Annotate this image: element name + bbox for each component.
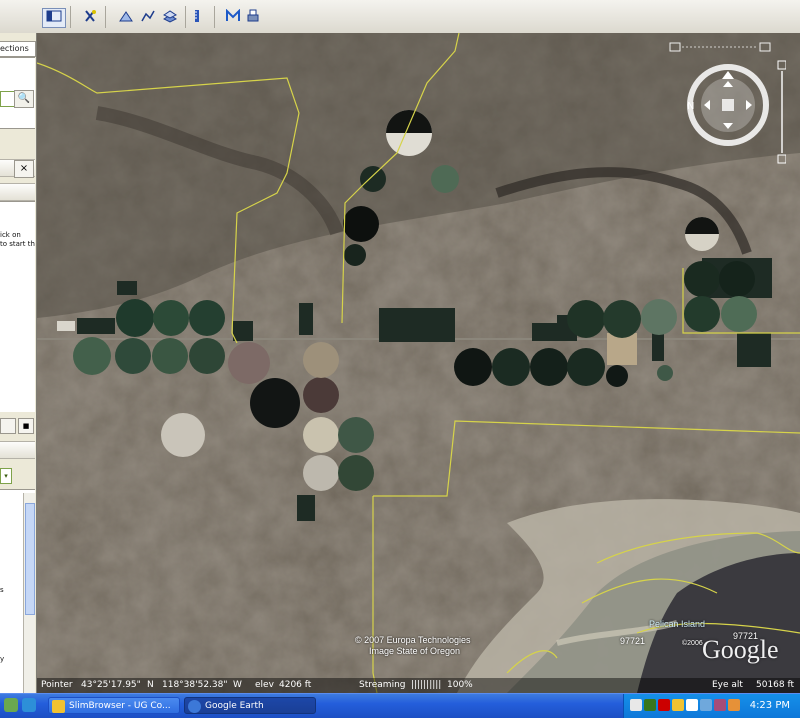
tray-icon-1[interactable] [630,699,642,711]
google-logo: Google [702,635,779,664]
tab-directions[interactable]: ections [0,41,36,57]
pointer-label: Pointer [41,680,73,690]
slimbrowser-icon [52,700,65,713]
place-label: Pelican Island [649,619,706,629]
quicklaunch-browser-icon[interactable] [22,698,36,712]
google-earth-icon [188,700,201,713]
task-google-earth[interactable]: Google Earth [184,697,316,714]
ruler-icon[interactable] [186,8,208,26]
places-header [0,183,35,201]
hint-text-2: to start th [0,240,35,248]
search-button[interactable]: 🔍 [14,90,34,108]
polygon-tool-icon[interactable] [115,8,137,26]
close-icon[interactable]: × [14,160,34,178]
image-overlay-icon[interactable] [159,8,181,26]
navigation-compass-icon[interactable]: N [668,41,786,173]
latitude-direction: N [147,680,154,690]
map-view[interactable]: N © 2007 Europa Technologies Image State… [37,33,800,693]
path-tool-icon[interactable] [137,8,159,26]
tray-icon-6[interactable] [700,699,712,711]
email-icon[interactable] [222,8,244,26]
layer-item-text-1: s [0,586,4,594]
toolbar [0,0,800,34]
placemark-tool-icon[interactable] [79,8,101,26]
eye-alt-value: 50168 ft [756,680,795,690]
tray-icon-3[interactable] [658,699,670,711]
streaming-percent: 100% [447,680,473,690]
layers-header [0,441,35,459]
task-slimbrowser-label: SlimBrowser - UG Co... [69,701,171,711]
streaming-label: Streaming [359,680,406,690]
latitude-value: 43°25'17.95" [81,680,141,690]
longitude-value: 118°38'52.38" [162,680,228,690]
stop-button[interactable]: ■ [18,418,34,434]
tray-icon-8[interactable] [728,699,740,711]
taskbar: SlimBrowser - UG Co... Google Earth 4:23… [0,693,800,718]
elevation-label: elev [255,680,274,690]
task-google-earth-label: Google Earth [205,701,264,711]
copyright-line-2: Image State of Oregon [369,646,461,656]
copyright-line-1: © 2007 Europa Technologies [355,635,471,645]
layers-scrollbar[interactable] [23,493,35,693]
year-label: ©2006 [682,640,703,647]
navigation-control[interactable]: N [668,41,786,173]
sidebar-toggle-icon[interactable] [42,8,66,28]
streaming-progress-bar: |||||||||| [411,680,442,690]
quicklaunch-desktop-icon[interactable] [4,698,18,712]
zip-label-1: 97721 [620,636,646,646]
eye-alt-label: Eye alt [712,680,743,690]
svg-text:N: N [687,101,694,112]
tour-play-button[interactable] [0,418,16,434]
status-bar: Pointer 43°25'17.95" N 118°38'52.38" W e… [37,678,800,693]
tray-icon-7[interactable] [714,699,726,711]
clock: 4:23 PM [749,700,790,711]
sidebar: ections 🔍 × ick on to start th ■ ▾ s y [0,33,37,693]
layer-item-text-2: y [0,655,5,663]
hint-text-1: ick on [0,231,21,239]
print-icon[interactable] [242,8,264,26]
longitude-direction: W [233,680,242,690]
tray-icon-4[interactable] [672,699,684,711]
tray-icon-5[interactable] [686,699,698,711]
elevation-value: 4206 ft [279,680,312,690]
task-slimbrowser[interactable]: SlimBrowser - UG Co... [48,697,180,714]
system-tray: 4:23 PM [623,694,800,718]
tray-icon-2[interactable] [644,699,656,711]
layers-dropdown[interactable]: ▾ [0,468,12,484]
